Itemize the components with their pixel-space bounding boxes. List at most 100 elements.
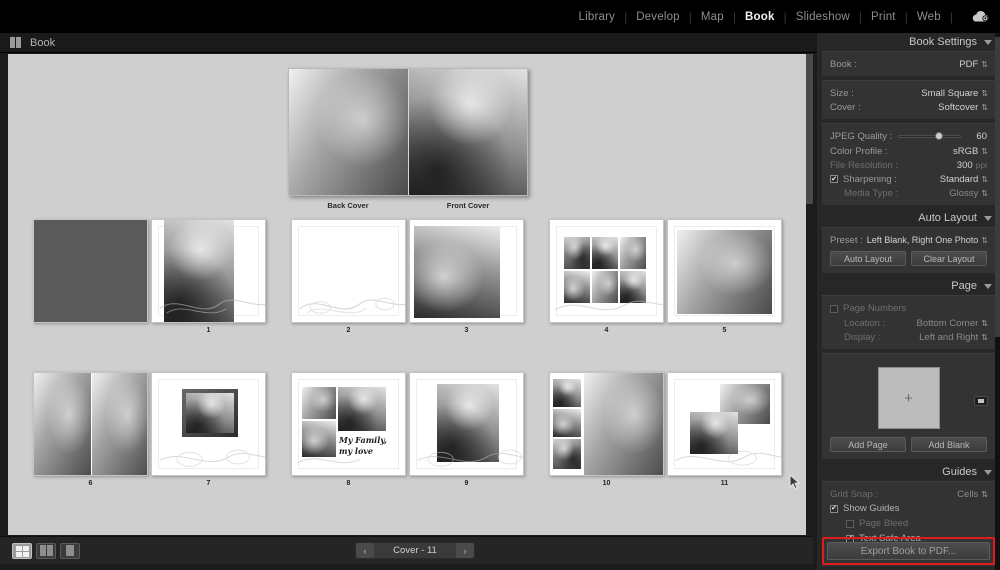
preset-value[interactable]: Left Blank, Right One Photo: [867, 235, 979, 245]
chevron-updown-icon[interactable]: ⇅: [981, 333, 988, 342]
page-2[interactable]: [291, 219, 406, 323]
module-print[interactable]: Print: [862, 11, 905, 23]
cover-value[interactable]: Softcover: [938, 102, 978, 113]
page-bleed-checkbox[interactable]: [846, 519, 854, 528]
cover-spread-container[interactable]: Back Cover Front Cover: [288, 68, 528, 210]
cloud-sync-icon[interactable]: [959, 10, 1000, 23]
page-blank-left[interactable]: [33, 219, 148, 323]
spread-1[interactable]: 1: [33, 219, 267, 334]
canvas-scrollbar-thumb[interactable]: [806, 54, 813, 204]
chevron-updown-icon[interactable]: ⇅: [981, 189, 988, 198]
sharpening-value[interactable]: Standard: [940, 174, 979, 185]
add-page-thumbnail[interactable]: +: [877, 367, 940, 429]
file-resolution-row[interactable]: File Resolution : 300 ppi: [822, 158, 995, 172]
cover-spread[interactable]: [288, 68, 528, 196]
module-library[interactable]: Library: [570, 11, 625, 23]
export-book-to-pdf-button[interactable]: Export Book to PDF...: [827, 542, 990, 560]
location-value[interactable]: Bottom Corner: [917, 318, 979, 329]
sharpening-checkbox[interactable]: [830, 175, 838, 183]
show-guides-checkbox[interactable]: [830, 504, 838, 513]
page-3[interactable]: [409, 219, 524, 323]
module-slideshow[interactable]: Slideshow: [787, 11, 859, 23]
back-cover-page[interactable]: [289, 69, 408, 195]
page-8[interactable]: My Family, my love: [291, 372, 406, 476]
clear-layout-button[interactable]: Clear Layout: [911, 251, 987, 266]
chevron-down-icon[interactable]: [984, 283, 992, 289]
jpeg-quality-slider-knob[interactable]: [934, 132, 943, 140]
size-row[interactable]: Size : Small Square ⇅: [822, 86, 995, 100]
cover-row[interactable]: Cover : Softcover ⇅: [822, 100, 995, 114]
book-format-value[interactable]: PDF: [959, 59, 978, 70]
book-settings-header[interactable]: Book Settings: [817, 33, 1000, 51]
media-type-value[interactable]: Glossy: [949, 188, 978, 199]
chevron-updown-icon[interactable]: ⇅: [981, 490, 988, 499]
chevron-down-icon[interactable]: [984, 215, 992, 221]
module-develop[interactable]: Develop: [627, 11, 689, 23]
auto-layout-button[interactable]: Auto Layout: [830, 251, 906, 266]
spread-5[interactable]: My Family, my love 8 9: [291, 372, 525, 487]
preset-row[interactable]: Preset : Left Blank, Right One Photo ⇅: [822, 233, 995, 247]
file-resolution-value[interactable]: 300: [957, 160, 973, 171]
chevron-updown-icon[interactable]: ⇅: [981, 319, 988, 328]
chevron-updown-icon[interactable]: ⇅: [981, 175, 988, 184]
jpeg-quality-row[interactable]: JPEG Quality : 60: [822, 129, 995, 144]
multi-page-view-icon[interactable]: [12, 542, 32, 559]
page-navigator[interactable]: ‹ Cover - 11 ›: [355, 542, 475, 559]
show-guides-row[interactable]: Show Guides: [822, 501, 995, 516]
size-value[interactable]: Small Square: [921, 88, 978, 99]
chevron-updown-icon[interactable]: ⇅: [981, 147, 988, 156]
add-blank-button[interactable]: Add Blank: [911, 437, 987, 452]
chevron-updown-icon[interactable]: ⇅: [981, 236, 988, 245]
single-page-view-icon[interactable]: [60, 542, 80, 559]
spread-2[interactable]: 2 3: [291, 219, 525, 334]
page-numbers-checkbox[interactable]: [830, 304, 838, 313]
location-row[interactable]: Location : Bottom Corner ⇅: [822, 316, 995, 330]
chevron-updown-icon[interactable]: ⇅: [981, 60, 988, 69]
page-1[interactable]: [151, 219, 266, 323]
module-web[interactable]: Web: [908, 11, 950, 23]
page-bleed-row[interactable]: Page Bleed: [822, 516, 995, 531]
spread-4[interactable]: 6 7: [33, 372, 267, 487]
chevron-down-icon[interactable]: [984, 39, 992, 45]
canvas-scrollbar[interactable]: [806, 54, 813, 535]
front-cover-page[interactable]: [408, 69, 527, 195]
sharpening-row[interactable]: Sharpening : Standard⇅: [822, 172, 995, 186]
spread-6[interactable]: 10 11: [549, 372, 783, 487]
spread-1-pages: [33, 219, 267, 323]
add-page-button[interactable]: Add Page: [830, 437, 906, 452]
chevron-updown-icon[interactable]: ⇅: [981, 103, 988, 112]
book-preview-canvas[interactable]: Back Cover Front Cover 1 2 3 4 5 6 7 My …: [8, 54, 813, 535]
media-type-row[interactable]: Media Type : Glossy ⇅: [822, 186, 995, 200]
color-profile-row[interactable]: Color Profile : sRGB ⇅: [822, 144, 995, 158]
page-10[interactable]: [549, 372, 664, 476]
spread-3[interactable]: 4 5: [549, 219, 783, 334]
jpeg-quality-value[interactable]: 60: [967, 131, 987, 142]
color-profile-value[interactable]: sRGB: [953, 146, 978, 157]
auto-layout-header[interactable]: Auto Layout: [817, 209, 1000, 227]
module-book[interactable]: Book: [736, 11, 784, 23]
page-4[interactable]: [549, 219, 664, 323]
chevron-down-icon[interactable]: [984, 469, 992, 475]
page-header[interactable]: Page: [817, 277, 1000, 295]
module-map[interactable]: Map: [692, 11, 733, 23]
right-panel-scrollbar-thumb[interactable]: [995, 37, 1000, 337]
spread-view-icon[interactable]: [36, 542, 56, 559]
display-row[interactable]: Display : Left and Right ⇅: [822, 330, 995, 344]
right-panel-scrollbar[interactable]: [995, 33, 1000, 570]
jpeg-quality-slider[interactable]: [898, 132, 961, 141]
page-5[interactable]: [667, 219, 782, 323]
chevron-updown-icon[interactable]: ⇅: [981, 89, 988, 98]
book-format-row[interactable]: Book : PDF ⇅: [822, 57, 995, 71]
page-7[interactable]: [151, 372, 266, 476]
display-value[interactable]: Left and Right: [919, 332, 978, 343]
grid-snap-row[interactable]: Grid Snap : Cells ⇅: [822, 487, 995, 501]
next-page-button[interactable]: ›: [456, 543, 474, 558]
page-numbers-row[interactable]: Page Numbers: [822, 301, 995, 316]
page-9[interactable]: [409, 372, 524, 476]
page-6[interactable]: [33, 372, 148, 476]
grid-snap-value[interactable]: Cells: [957, 489, 978, 500]
page-layout-menu-button[interactable]: [974, 396, 988, 406]
guides-header[interactable]: Guides: [817, 463, 1000, 481]
page-11[interactable]: [667, 372, 782, 476]
previous-page-button[interactable]: ‹: [356, 543, 374, 558]
